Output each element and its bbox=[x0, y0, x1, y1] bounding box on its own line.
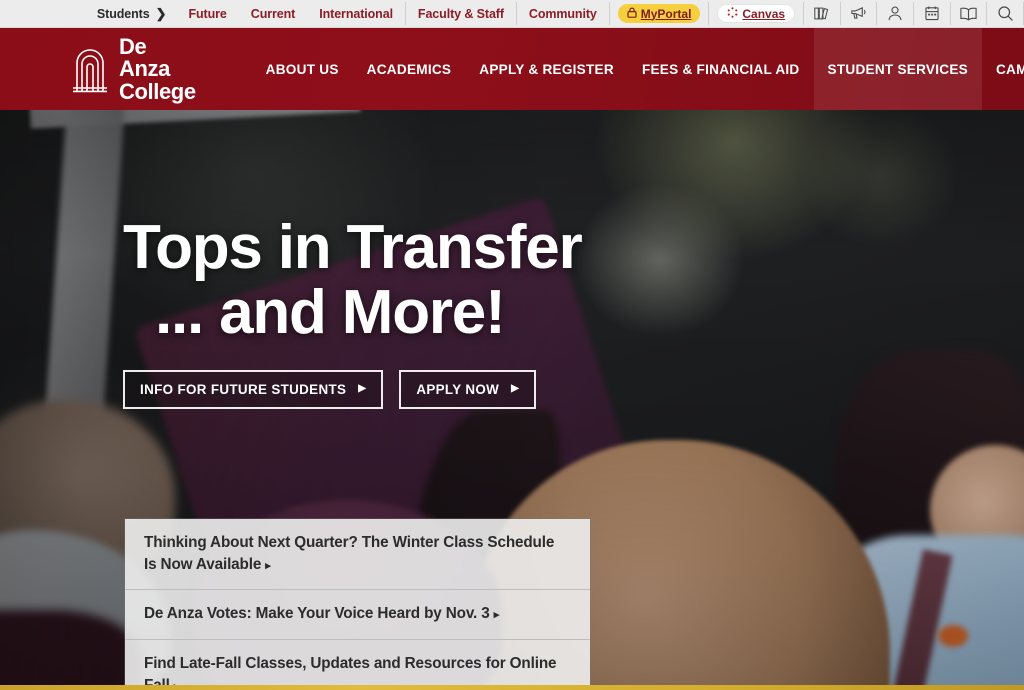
news-item-text: De Anza Votes: Make Your Voice Heard by … bbox=[144, 605, 490, 623]
hero-headline: Tops in Transfer ... and More! bbox=[123, 217, 743, 347]
arch-logo-icon bbox=[70, 45, 110, 93]
person-icon[interactable] bbox=[877, 0, 913, 27]
myportal-label: MyPortal bbox=[640, 6, 692, 21]
de-anza-college-logo[interactable]: De Anza College bbox=[70, 33, 196, 104]
news-item-late-fall-classes[interactable]: Find Late-Fall Classes, Updates and Reso… bbox=[125, 640, 590, 685]
nav-item-campus-life[interactable]: CAMPUS LIFE bbox=[982, 28, 1024, 110]
arrow-right-icon: ▶ bbox=[511, 383, 520, 394]
hero-section: Tops in Transfer ... and More! INFO FOR … bbox=[0, 110, 1024, 685]
canvas-circle-icon bbox=[727, 6, 738, 21]
bottom-accent-bar bbox=[0, 685, 1024, 690]
arrow-right-icon: ▸ bbox=[265, 560, 271, 573]
news-item-de-anza-votes[interactable]: De Anza Votes: Make Your Voice Heard by … bbox=[125, 590, 590, 640]
news-highlights-list: Thinking About Next Quarter? The Winter … bbox=[125, 519, 590, 685]
hero-headline-line-1: Tops in Transfer bbox=[123, 213, 583, 282]
hero-headline-line-2: ... and More! bbox=[155, 277, 506, 347]
logo-line-1: De Anza bbox=[119, 33, 170, 81]
canvas-button[interactable]: Canvas bbox=[717, 4, 796, 23]
info-for-future-students-label: INFO FOR FUTURE STUDENTS bbox=[140, 381, 347, 397]
canvas-button-wrap: Canvas bbox=[709, 0, 803, 27]
apply-now-button[interactable]: APPLY NOW ▶ bbox=[399, 369, 537, 409]
logo-line-2: College bbox=[119, 78, 196, 104]
utility-link-community[interactable]: Community bbox=[517, 0, 609, 27]
myportal-button-wrap: MyPortal bbox=[610, 0, 709, 27]
site-header: De Anza College ABOUT US ACADEMICS APPLY… bbox=[0, 28, 1024, 110]
utility-link-international[interactable]: International bbox=[307, 0, 405, 27]
myportal-button[interactable]: MyPortal bbox=[617, 4, 701, 23]
megaphone-icon[interactable] bbox=[841, 0, 877, 27]
nav-item-fees-financial-aid[interactable]: FEES & FINANCIAL AID bbox=[628, 28, 814, 110]
arrow-right-icon: ▸ bbox=[493, 609, 500, 622]
utility-bar: Students ❯ Future Current International … bbox=[0, 0, 1024, 28]
utility-link-current[interactable]: Current bbox=[239, 0, 307, 27]
canvas-label: Canvas bbox=[742, 6, 786, 21]
nav-item-about-us[interactable]: ABOUT US bbox=[252, 28, 353, 110]
news-item-text: Find Late-Fall Classes, Updates and Reso… bbox=[144, 654, 557, 685]
logo-wordmark: De Anza College bbox=[119, 33, 196, 104]
utility-bar-spacer bbox=[0, 0, 85, 27]
hero-button-group: INFO FOR FUTURE STUDENTS ▶ APPLY NOW ▶ bbox=[123, 369, 743, 409]
search-icon[interactable] bbox=[987, 0, 1023, 27]
chevron-right-icon: ❯ bbox=[155, 5, 167, 21]
nav-item-apply-register[interactable]: APPLY & REGISTER bbox=[465, 28, 628, 110]
calendar-icon[interactable] bbox=[914, 0, 950, 27]
audience-students-label[interactable]: Students bbox=[85, 0, 156, 27]
arrow-right-icon: ▶ bbox=[358, 383, 367, 394]
news-item-text: Thinking About Next Quarter? The Winter … bbox=[144, 534, 555, 574]
info-for-future-students-button[interactable]: INFO FOR FUTURE STUDENTS ▶ bbox=[123, 369, 384, 409]
nav-item-student-services[interactable]: STUDENT SERVICES bbox=[813, 28, 982, 110]
hero-content: Tops in Transfer ... and More! INFO FOR … bbox=[123, 217, 743, 409]
main-navigation: ABOUT US ACADEMICS APPLY & REGISTER FEES… bbox=[252, 28, 1024, 110]
library-books-icon[interactable] bbox=[804, 0, 840, 27]
open-book-icon[interactable] bbox=[951, 0, 987, 27]
utility-link-faculty-staff[interactable]: Faculty & Staff bbox=[406, 0, 516, 27]
apply-now-label: APPLY NOW bbox=[416, 381, 500, 397]
news-item-winter-class-schedule[interactable]: Thinking About Next Quarter? The Winter … bbox=[125, 519, 590, 591]
utility-link-future[interactable]: Future bbox=[176, 0, 238, 27]
nav-item-academics[interactable]: ACADEMICS bbox=[353, 28, 466, 110]
lock-icon bbox=[627, 7, 637, 21]
